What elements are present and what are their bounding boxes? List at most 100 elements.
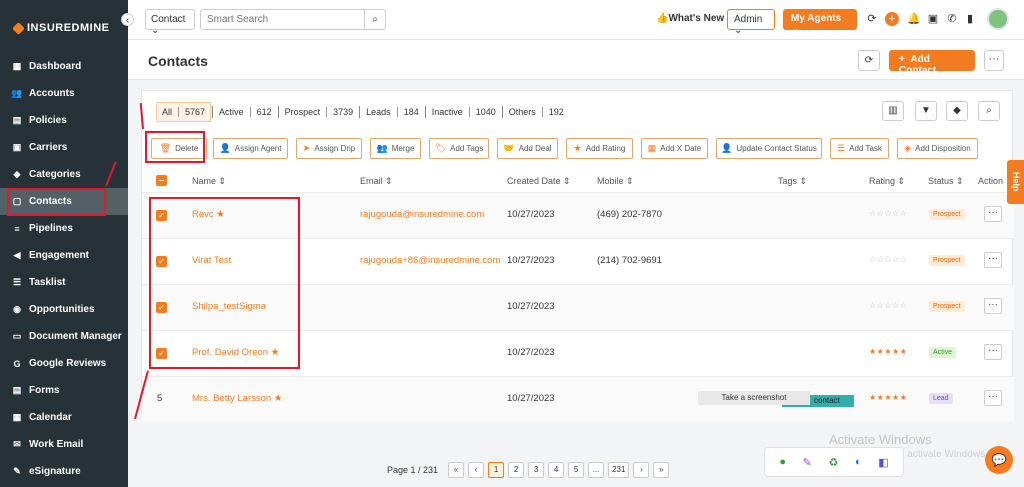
update-contact-status-button[interactable]: 👤 Update Contact Status — [716, 138, 822, 159]
search-type-select[interactable]: Contact ⌄ — [145, 9, 195, 36]
search-icon[interactable]: ⌕ — [364, 9, 386, 30]
sidebar-item-accounts[interactable]: 👥 Accounts — [0, 80, 128, 107]
search-icon[interactable]: ⌕ — [978, 101, 1000, 121]
filter-others[interactable]: Others 192 — [504, 102, 569, 122]
add-deal-button[interactable]: 🤝 Add Deal — [497, 138, 558, 159]
action-label: Add Deal — [518, 144, 552, 153]
page-button[interactable]: 2 — [508, 462, 525, 478]
refresh-icon[interactable]: ⟳ — [865, 12, 879, 26]
engagement-icon: ◀ — [13, 250, 21, 260]
sidebar-item-carriers[interactable]: ▣ Carriers — [0, 134, 128, 161]
notifications-icon[interactable]: ▣ — [926, 12, 940, 26]
column-mobile[interactable]: Mobile ⇕ — [597, 176, 634, 187]
rating-stars[interactable]: ★★★★★ — [869, 347, 907, 356]
next-page-button[interactable]: › — [633, 462, 650, 478]
page-button[interactable]: 3 — [528, 462, 545, 478]
add-rating-button[interactable]: ★ Add Rating — [566, 138, 633, 159]
column-status[interactable]: Status ⇕ — [928, 176, 964, 187]
add-contact-button[interactable]: + Add Contact — [889, 50, 975, 76]
sidebar-item-forms[interactable]: ▤ Forms — [0, 377, 128, 404]
merge-button[interactable]: 👥 Merge — [370, 138, 421, 159]
sidebar-item-esignature[interactable]: ✎ eSignature — [0, 458, 128, 485]
sidebar-item-opportunities[interactable]: ◉ Opportunities — [0, 296, 128, 323]
quick-add-icon[interactable]: + — [885, 12, 899, 26]
avatar[interactable] — [987, 8, 1009, 30]
shield-icon[interactable]: ● — [779, 456, 786, 468]
trash-icon[interactable]: ▮ — [963, 12, 977, 26]
sidebar-item-work-email[interactable]: ✉ Work Email — [0, 431, 128, 458]
filter-all[interactable]: All 5767 — [156, 102, 212, 122]
drag-tag-label: contact — [814, 396, 840, 405]
pen-icon[interactable]: ✎ — [803, 456, 812, 469]
page-button[interactable]: ... — [588, 462, 605, 478]
rating-stars[interactable]: ☆☆☆☆☆ — [869, 255, 907, 264]
contact-name-link[interactable]: Mrs. Betty Larsson ★ — [192, 393, 282, 404]
last-page-button[interactable]: » — [653, 462, 670, 478]
row-actions-button[interactable]: ··· — [984, 252, 1002, 268]
sidebar-item-pipelines[interactable]: ≡ Pipelines — [0, 215, 128, 242]
first-page-button[interactable]: « — [448, 462, 465, 478]
add-disposition-button[interactable]: ◈ Add Disposition — [897, 138, 978, 159]
page-button[interactable]: 1 — [488, 462, 505, 478]
more-options-button[interactable]: ··· — [984, 50, 1004, 71]
filter-leads[interactable]: Leads 184 — [361, 102, 424, 122]
column-name[interactable]: Name ⇕ — [192, 176, 226, 187]
smart-search-input[interactable] — [200, 9, 365, 30]
filter-prospect[interactable]: Prospect 3739 — [280, 102, 359, 122]
app-icon[interactable]: ◧ — [878, 456, 888, 469]
help-tab[interactable]: Help — [1007, 160, 1024, 204]
role-select[interactable]: Admin ⌄ — [727, 9, 775, 36]
rating-stars[interactable]: ☆☆☆☆☆ — [869, 301, 907, 310]
column-tags[interactable]: Tags ⇕ — [778, 176, 807, 187]
brand-logo[interactable]: INSUREDMINE — [12, 21, 110, 35]
collapse-sidebar-button[interactable]: ‹ — [121, 13, 134, 26]
assign-agent-button[interactable]: 👤 Assign Agent — [213, 138, 288, 159]
star-icon: ★ — [573, 143, 582, 153]
filter-inactive[interactable]: Inactive 1040 — [427, 102, 501, 122]
add-task-button[interactable]: ☰ Add Task — [830, 138, 889, 159]
sidebar-item-google-reviews[interactable]: G Google Reviews — [0, 350, 128, 377]
rating-stars[interactable]: ☆☆☆☆☆ — [869, 209, 907, 218]
sidebar-item-engagement[interactable]: ◀ Engagement — [0, 242, 128, 269]
column-rating[interactable]: Rating ⇕ — [869, 176, 905, 187]
row-actions-button[interactable]: ··· — [984, 298, 1002, 314]
row-actions-button[interactable]: ··· — [984, 390, 1002, 406]
categories-icon: ◆ — [13, 169, 21, 179]
whats-new-link[interactable]: 👍What's New — [656, 13, 724, 24]
sidebar-item-document-manager[interactable]: ▭ Document Manager — [0, 323, 128, 350]
contact-email[interactable]: rajugouda+86@insuredmine.com — [360, 255, 500, 266]
select-all-checkbox[interactable] — [156, 175, 167, 186]
row-actions-button[interactable]: ··· — [984, 206, 1002, 222]
add-tags-button[interactable]: 🏷 Add Tags — [429, 138, 489, 159]
column-created-date[interactable]: Created Date ⇕ — [507, 176, 571, 187]
chat-icon[interactable]: 💬 — [985, 446, 1013, 474]
prev-page-button[interactable]: ‹ — [468, 462, 485, 478]
refresh-button[interactable]: ⟳ — [858, 50, 880, 71]
system-tray: ● ✎ ♻ ◐ ◧ — [764, 447, 904, 477]
page-button[interactable]: 4 — [548, 462, 565, 478]
add-x-date-button[interactable]: ▦ Add X Date — [641, 138, 708, 159]
sidebar-item-calendar[interactable]: ▦ Calendar — [0, 404, 128, 431]
sidebar-item-tasklist[interactable]: ☰ Tasklist — [0, 269, 128, 296]
my-agents-button[interactable]: My Agents ⌄ — [783, 9, 857, 35]
rating-stars[interactable]: ★★★★★ — [869, 393, 907, 402]
filter-label: Inactive — [431, 107, 463, 117]
filter-active[interactable]: Active 612 — [214, 102, 277, 122]
sidebar-item-dashboard[interactable]: ▦ Dashboard — [0, 53, 128, 80]
assign-drip-button[interactable]: ➤ Assign Drip — [296, 138, 362, 159]
page-button[interactable]: 5 — [568, 462, 585, 478]
tag-icon[interactable]: ◆ — [946, 101, 968, 121]
recycle-icon[interactable]: ♻ — [828, 456, 838, 469]
page-button[interactable]: 231 — [608, 462, 630, 478]
contact-email[interactable]: rajugouda@insuredmine.com — [360, 209, 484, 220]
table-row[interactable]: 5 Mrs. Betty Larsson ★ 10/27/2023 ★★★★★ Lead… — [142, 376, 1014, 422]
security-icon[interactable]: ◐ — [855, 456, 862, 468]
columns-icon[interactable]: ▥ — [882, 101, 904, 121]
phone-icon[interactable]: ✆ — [945, 12, 959, 26]
filter-icon[interactable]: ▼ — [915, 101, 937, 121]
bell-icon[interactable]: 🔔 — [907, 12, 921, 26]
tasklist-icon: ☰ — [12, 277, 22, 287]
row-actions-button[interactable]: ··· — [984, 344, 1002, 360]
column-email[interactable]: Email ⇕ — [360, 176, 393, 187]
sidebar-item-policies[interactable]: ▤ Policies — [0, 107, 128, 134]
